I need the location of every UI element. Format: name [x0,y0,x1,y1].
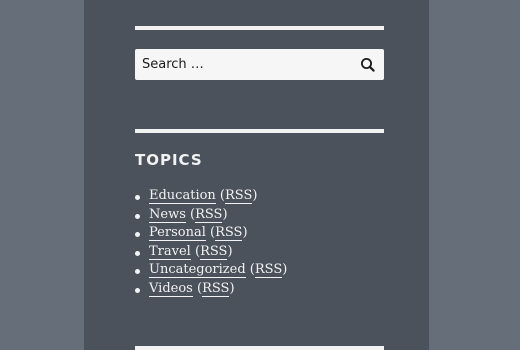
bullet-icon [135,232,140,238]
topics-heading: TOPICS [135,151,203,169]
search-form [135,49,384,80]
topic-item: Uncategorized (RSS) [135,261,287,280]
topics-list: Education (RSS) News (RSS) Personal (RSS… [135,187,287,299]
rss-link-uncategorized[interactable]: RSS [254,262,283,279]
divider [135,26,384,30]
bullet-icon [135,269,140,275]
search-icon [361,58,375,72]
topic-link-uncategorized[interactable]: Uncategorized [149,262,246,279]
rss-link-news[interactable]: RSS [195,206,223,223]
rss-link-travel[interactable]: RSS [200,243,228,260]
search-input[interactable] [135,49,350,80]
bullet-icon [135,213,140,219]
bullet-icon [135,250,140,256]
topic-link-travel[interactable]: Travel [149,243,191,260]
topic-item: Videos (RSS) [135,280,287,299]
bullet-icon [135,195,140,200]
topic-item: News (RSS) [135,206,287,225]
divider [135,346,384,350]
topic-link-videos[interactable]: Videos [149,280,193,297]
search-button[interactable] [358,55,378,75]
topic-link-news[interactable]: News [149,206,186,223]
bullet-icon [135,287,140,293]
sidebar-panel: TOPICS Education (RSS) News (RSS) Person… [84,0,429,350]
rss-link-personal[interactable]: RSS [215,225,243,242]
topic-item: Education (RSS) [135,187,287,206]
topic-item: Personal (RSS) [135,224,287,243]
divider [135,129,384,133]
rss-link-videos[interactable]: RSS [202,280,230,297]
topic-item: Travel (RSS) [135,243,287,262]
topic-link-personal[interactable]: Personal [149,225,206,242]
topic-link-education[interactable]: Education [149,188,216,204]
rss-link-education[interactable]: RSS [225,188,253,204]
